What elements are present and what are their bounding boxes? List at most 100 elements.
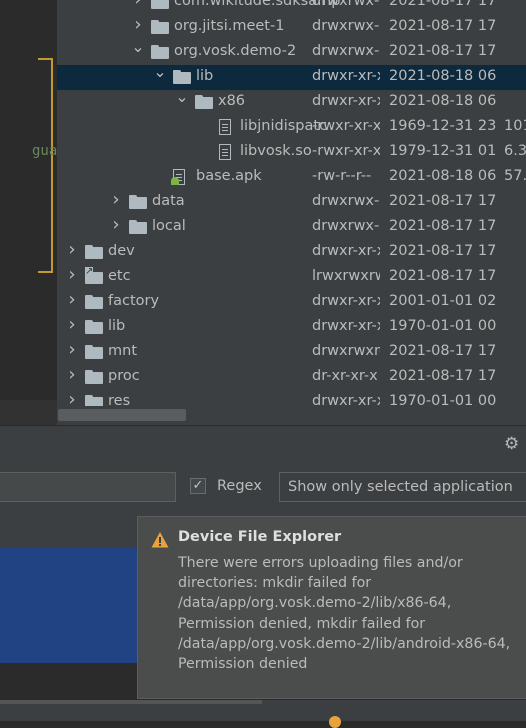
tree-row[interactable]: › org.jitsi.meet-1 drwxrwx--: 2021-08-17 17… — [57, 15, 526, 40]
warning-icon — [151, 532, 169, 548]
tree-row[interactable]: base.apk -rw-r--r-- 2021-08-18 06:2 57.8 — [57, 165, 526, 190]
tree-row[interactable]: ⌄ lib drwxr-xr-x 2021-08-18 06:2 — [57, 64, 526, 90]
tree-item-name: mnt — [108, 343, 137, 359]
chevron-down-icon[interactable]: ⌄ — [131, 39, 145, 55]
tree-item-name: x86 — [218, 93, 246, 109]
tree-item-permissions: -rwxr-xr-x — [312, 143, 380, 159]
tree-item-date: 2021-08-17 17:4 — [389, 0, 496, 9]
tree-item-permissions: drwxrwx-- — [312, 0, 380, 9]
chevron-right-icon[interactable]: › — [109, 191, 123, 209]
tree-item-date: 1969-12-31 23:5 — [389, 118, 496, 134]
folder-icon — [85, 294, 103, 310]
tree-row[interactable]: › local drwxrwx--: 2021-08-17 17:4 — [57, 215, 526, 240]
tree-item-name: proc — [108, 368, 140, 384]
tree-row[interactable]: ›com.wikitude.sdksampdrwxrwx--2021-08-17… — [57, 0, 526, 15]
tree-item-permissions: drwxr-xr-x — [312, 68, 380, 84]
tree-item-name: etc — [108, 268, 131, 284]
tree-item-size: 57.8 — [504, 168, 526, 184]
tree-row[interactable]: › lib drwxr-xr-x 1970-01-01 00:0 — [57, 315, 526, 340]
chevron-right-icon[interactable]: › — [65, 291, 79, 309]
status-indicator-icon[interactable] — [329, 716, 341, 728]
android-file-icon — [171, 169, 191, 185]
folder-icon — [85, 344, 103, 360]
tree-row[interactable]: › dev drwxr-xr-x 2021-08-17 17:4 — [57, 240, 526, 265]
chevron-right-icon[interactable]: › — [65, 241, 79, 259]
tree-item-permissions: drwxrwx--: — [312, 193, 380, 209]
tree-item-date: 2021-08-18 06:2 — [389, 93, 496, 109]
tree-row[interactable]: libvosk.so-rwxr-xr-x 1979-12-31 01:0 6.3 — [57, 140, 526, 165]
chevron-right-icon[interactable]: › — [65, 366, 79, 384]
tree-row[interactable]: › proc dr-xr-xr-x 2021-08-17 17:4 — [57, 365, 526, 390]
editor-gutter: guard- — [0, 0, 83, 400]
tree-item-name: dev — [108, 243, 135, 259]
device-file-tree[interactable]: ›com.wikitude.sdksampdrwxrwx--2021-08-17… — [57, 0, 526, 425]
tree-item-date: 2021-08-17 17:4 — [389, 343, 496, 359]
tree-item-size: 101 — [504, 118, 526, 134]
tree-row[interactable]: ⌄ org.vosk.demo-2 drwxrwx--: 2021-08-17 17:… — [57, 39, 526, 65]
tree-item-date: 2021-08-17 17:4 — [389, 193, 496, 209]
tree-item-permissions: lrwxrwxrw: — [312, 268, 380, 284]
tree-item-date: 1979-12-31 01:0 — [389, 143, 496, 159]
tree-item-permissions: drwxrwx--: — [312, 218, 380, 234]
tree-item-permissions: drwxrwx--: — [312, 18, 380, 34]
regex-checkbox[interactable]: ✓ — [190, 478, 206, 494]
tree-item-permissions: drwxrwx--: — [312, 43, 380, 59]
gear-icon[interactable]: ⚙ — [504, 435, 522, 453]
tree-item-size: 6.3 — [504, 143, 526, 159]
tree-item-date: 2021-08-17 17:4 — [389, 243, 496, 259]
folder-icon — [151, 19, 169, 35]
tree-item-permissions: -rwxr-xr-x — [312, 118, 380, 134]
tree-item-permissions: -rw-r--r-- — [312, 168, 372, 184]
chevron-down-icon[interactable]: ⌄ — [175, 89, 189, 105]
notification-message: There were errors uploading files and/or… — [178, 555, 511, 673]
chevron-right-icon[interactable]: › — [65, 316, 79, 334]
tree-row[interactable]: ⌄ x86 drwxr-xr-x 2021-08-18 06:2 — [57, 89, 526, 115]
regex-label: Regex — [217, 478, 262, 494]
chevron-right-icon[interactable]: › — [65, 341, 79, 359]
tree-item-date: 2021-08-17 17:4 — [389, 43, 496, 59]
folder-icon — [129, 194, 147, 210]
app-filter-value: Show only selected application — [288, 479, 513, 495]
notification-balloon[interactable]: Device File Explorer There were errors u… — [137, 516, 526, 699]
tree-item-name: factory — [108, 293, 160, 309]
file-icon — [219, 144, 237, 160]
logcat-scroll-thumb[interactable] — [0, 700, 262, 704]
tree-item-name: lib — [108, 318, 126, 334]
folder-icon — [85, 244, 103, 260]
tree-row[interactable]: libjnidispatc-rwxr-xr-x1969-12-31 23:510… — [57, 115, 526, 140]
chevron-right-icon[interactable]: › — [131, 0, 145, 9]
tree-item-date: 2021-08-17 17:4 — [389, 218, 496, 234]
tree-item-name: local — [152, 218, 186, 234]
chevron-right-icon[interactable]: › — [65, 391, 79, 409]
tree-item-date: 2021-08-17 17:4 — [389, 18, 496, 34]
folder-icon — [151, 0, 169, 10]
tree-item-permissions: drwxr-xr-x — [312, 243, 380, 259]
tree-item-date: 2021-08-17 17:4 — [389, 368, 496, 384]
tree-row[interactable]: › factory drwxr-xr-x 2001-01-01 02:0 — [57, 290, 526, 315]
fold-marker-bottom — [38, 271, 52, 273]
chevron-right-icon[interactable]: › — [131, 16, 145, 34]
fold-marker-line — [51, 58, 53, 273]
tree-item-permissions: drwxrwxr-: — [312, 343, 380, 359]
tree-item-permissions: dr-xr-xr-x — [312, 368, 378, 384]
tree-item-date: 2021-08-18 06:2 — [389, 168, 496, 184]
tree-item-permissions: drwxr-xr-x — [312, 293, 380, 309]
tree-item-permissions: drwxr-xr-x — [312, 93, 380, 109]
log-search-input[interactable] — [0, 472, 176, 502]
tree-item-name: data — [152, 193, 185, 209]
app-filter-select[interactable]: Show only selected application — [279, 472, 526, 502]
chevron-right-icon[interactable]: › — [109, 216, 123, 234]
tree-row[interactable]: › ↗ etc lrwxrwxrw: 2021-08-17 17:4 — [57, 265, 526, 290]
tree-row[interactable]: › mnt drwxrwxr-: 2021-08-17 17:4 — [57, 340, 526, 365]
folder-icon — [85, 369, 103, 385]
tree-scroll-thumb[interactable] — [58, 409, 186, 421]
folder-icon — [85, 319, 103, 335]
tree-row[interactable]: › data drwxrwx--: 2021-08-17 17:4 — [57, 190, 526, 215]
folder-icon — [195, 94, 213, 110]
chevron-down-icon[interactable]: ⌄ — [153, 64, 167, 80]
notification-title: Device File Explorer — [178, 529, 342, 545]
fold-marker-top — [38, 58, 52, 60]
logcat-filter-bar: ✓ Regex Show only selected application — [0, 462, 526, 512]
chevron-right-icon[interactable]: › — [65, 266, 79, 284]
folder-icon — [129, 219, 147, 235]
